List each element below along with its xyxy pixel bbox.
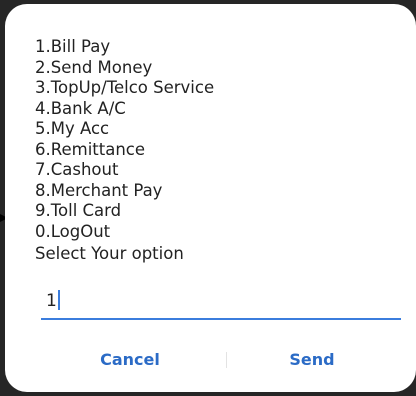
menu-option: 9.Toll Card (35, 201, 122, 220)
menu-option: 0.LogOut (35, 221, 111, 241)
menu-option: 8.Merchant Pay (35, 180, 163, 200)
option-input-value: 1 (46, 291, 57, 311)
menu-option: 2.Send Money (35, 57, 153, 77)
menu-option: 4.Bank A/C (35, 98, 126, 118)
menu-option: 7.Cashout (35, 160, 119, 179)
screen: 1.Bill Pay 2.Send Money 3.TopUp/Telco Se… (0, 0, 416, 396)
menu-option: 6.Remittance (35, 139, 146, 159)
menu-option: 3.TopUp/Telco Service (35, 78, 215, 97)
select-option-prompt: Select Your option (35, 244, 184, 263)
option-input-field[interactable]: 1 (46, 290, 60, 311)
cancel-button[interactable]: Cancel (45, 340, 215, 380)
send-button[interactable]: Send (227, 340, 397, 380)
dialog-buttons: Cancel Send (5, 340, 416, 380)
text-cursor (57, 290, 60, 310)
menu-option: 1.Bill Pay (35, 37, 111, 56)
option-input[interactable]: 1 (41, 284, 401, 320)
menu-options-list: 1.Bill Pay 2.Send Money 3.TopUp/Telco Se… (35, 37, 214, 242)
menu-option: 5.My Acc (35, 119, 110, 138)
ussd-dialog: 1.Bill Pay 2.Send Money 3.TopUp/Telco Se… (5, 4, 416, 392)
